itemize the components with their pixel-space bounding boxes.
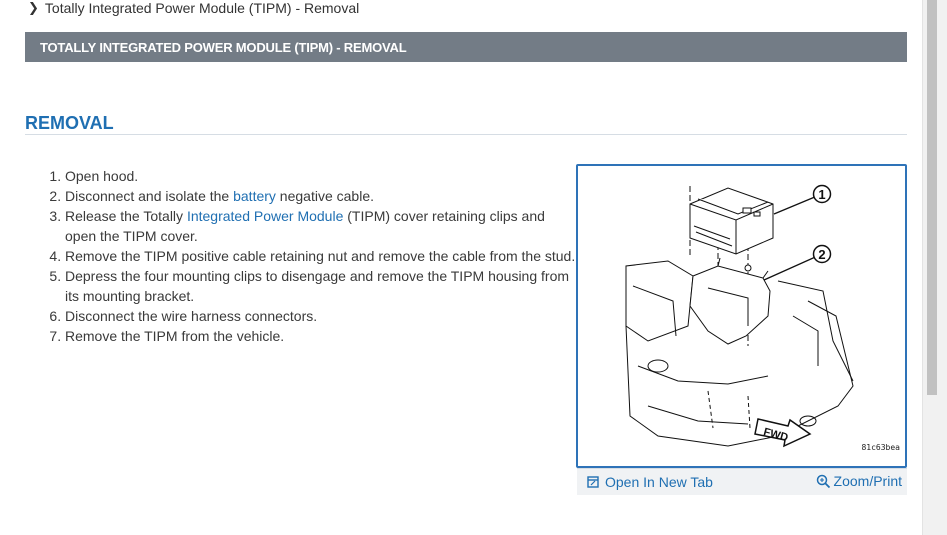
step-2-text-post: negative cable. xyxy=(275,188,374,204)
magnifier-icon xyxy=(816,474,830,488)
breadcrumb[interactable]: ❯ Totally Integrated Power Module (TIPM)… xyxy=(28,0,359,16)
integrated-power-module-link[interactable]: Integrated Power Module xyxy=(187,208,343,224)
step-6-text: Disconnect the wire harness connectors. xyxy=(65,308,318,324)
step-3-text-pre: Release the Totally xyxy=(65,208,187,224)
tipm-bracket xyxy=(689,257,771,345)
figure-code: 81c63bea xyxy=(861,443,900,452)
scrollbar-thumb[interactable] xyxy=(927,0,937,395)
step-2: Disconnect and isolate the battery negat… xyxy=(65,186,577,206)
callout-1-label: 1 xyxy=(818,187,825,202)
step-1: Open hood. xyxy=(65,166,577,186)
figure-box[interactable]: 1 2 FWD 81c63bea xyxy=(576,164,907,468)
open-new-tab-label[interactable]: Open In New Tab xyxy=(605,474,713,490)
procedure-steps: Open hood. Disconnect and isolate the ba… xyxy=(37,166,577,346)
callout-2-label: 2 xyxy=(818,247,825,262)
step-5: Depress the four mounting clips to disen… xyxy=(65,266,577,306)
tipm-diagram: 1 2 FWD xyxy=(625,184,854,448)
breadcrumb-text[interactable]: Totally Integrated Power Module (TIPM) -… xyxy=(45,0,359,16)
section-title: TOTALLY INTEGRATED POWER MODULE (TIPM) -… xyxy=(40,39,407,55)
engine-bay-structure xyxy=(625,260,694,342)
step-1-text: Open hood. xyxy=(65,168,139,184)
step-7: Remove the TIPM from the vehicle. xyxy=(65,326,577,346)
bay-hole xyxy=(647,359,669,373)
step-5-text: Depress the four mounting clips to disen… xyxy=(65,268,570,304)
page-heading: REMOVAL xyxy=(25,112,907,135)
step-6: Disconnect the wire harness connectors. xyxy=(65,306,577,326)
zoom-print-button[interactable]: Zoom/Print xyxy=(816,473,902,489)
step-7-text: Remove the TIPM from the vehicle. xyxy=(65,328,285,344)
step-4: Remove the TIPM positive cable retaining… xyxy=(65,246,577,266)
battery-link[interactable]: battery xyxy=(233,188,276,204)
figure-toolbar: Open In New Tab Zoom/Print xyxy=(577,468,907,495)
open-new-tab-icon xyxy=(587,476,599,488)
step-3: Release the Totally Integrated Power Mod… xyxy=(65,206,577,246)
vertical-scrollbar[interactable] xyxy=(922,0,947,535)
zoom-print-label[interactable]: Zoom/Print xyxy=(834,473,902,489)
step-4-text: Remove the TIPM positive cable retaining… xyxy=(65,248,576,264)
step-2-text-pre: Disconnect and isolate the xyxy=(65,188,234,204)
tipm-module xyxy=(689,187,774,255)
chevron-right-icon: ❯ xyxy=(28,0,39,15)
section-title-bar: TOTALLY INTEGRATED POWER MODULE (TIPM) -… xyxy=(25,32,907,62)
open-new-tab-button[interactable]: Open In New Tab xyxy=(587,474,713,490)
